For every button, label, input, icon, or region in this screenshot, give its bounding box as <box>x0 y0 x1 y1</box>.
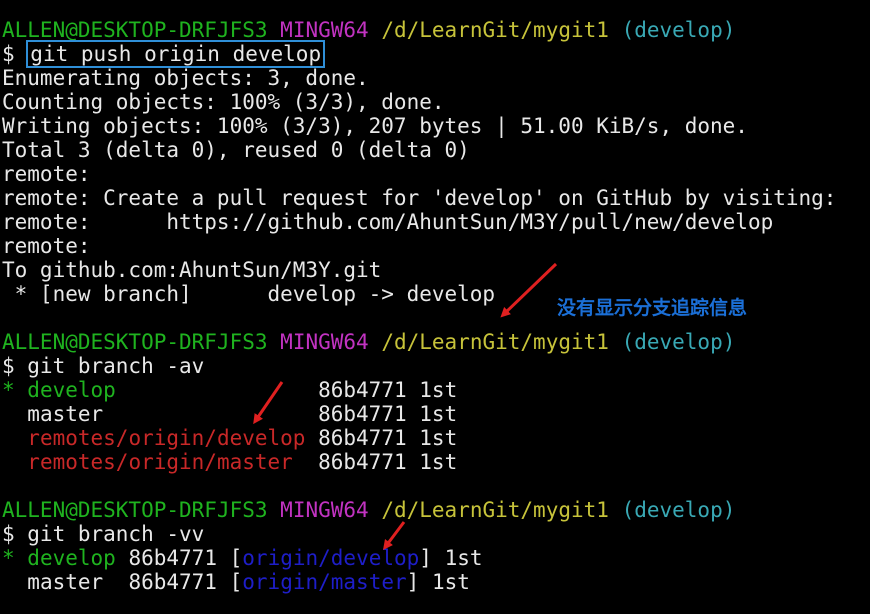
command-line: $ git branch -vv <box>2 522 205 546</box>
prompt-line: ALLEN@DESKTOP-DRFJFS3 MINGW64 /d/LearnGi… <box>2 330 735 354</box>
branch-row: remotes/origin/develop 86b4771 1st <box>2 426 457 450</box>
prompt-path: /d/LearnGit/mygit1 <box>381 330 609 354</box>
commit-message: 1st <box>431 546 483 570</box>
branch-marker <box>2 426 27 450</box>
prompt-path: /d/LearnGit/mygit1 <box>381 18 609 42</box>
commit-message: 1st <box>419 426 458 450</box>
output-line: remote: https://github.com/AhuntSun/M3Y/… <box>2 210 774 234</box>
remote-branch-name: remotes/origin/master <box>27 450 293 474</box>
output-line: Enumerating objects: 3, done. <box>2 66 369 90</box>
prompt-user: ALLEN@DESKTOP-DRFJFS3 <box>2 330 268 354</box>
branch-row: * develop 86b4771 1st <box>2 378 457 402</box>
branch-row: remotes/origin/master 86b4771 1st <box>2 450 457 474</box>
shell-prompt-symbol: $ <box>2 42 28 66</box>
arrow-icon <box>500 262 558 318</box>
branch-name: master <box>27 402 104 426</box>
branch-row: * develop 86b4771 [origin/develop] 1st <box>2 546 483 570</box>
bracket-open: [ <box>216 570 243 594</box>
terminal-window[interactable]: ALLEN@DESKTOP-DRFJFS3 MINGW64 /d/LearnGi… <box>0 0 870 614</box>
upstream-branch: origin/develop <box>242 546 420 570</box>
upstream-branch: origin/master <box>242 570 407 594</box>
current-branch-marker: * <box>2 546 28 570</box>
output-line: Counting objects: 100% (3/3), done. <box>2 90 445 114</box>
command-line: $ git push origin develop <box>2 40 326 68</box>
bracket-open: [ <box>216 546 243 570</box>
output-line: remote: <box>2 234 91 258</box>
prompt-system: MINGW64 <box>280 498 369 522</box>
output-line-new-branch: * [new branch] develop -> develop <box>2 282 496 306</box>
command-line: $ git branch -av <box>2 354 205 378</box>
branch-marker <box>2 570 27 594</box>
commit-message: 1st <box>419 570 470 594</box>
output-line: remote: Create a pull request for 'devel… <box>2 186 837 210</box>
prompt-line: ALLEN@DESKTOP-DRFJFS3 MINGW64 /d/LearnGi… <box>2 18 735 42</box>
prompt-system: MINGW64 <box>280 18 369 42</box>
prompt-branch: (develop) <box>621 498 736 522</box>
branch-name: develop <box>27 546 116 570</box>
commit-message: 1st <box>419 402 458 426</box>
bracket-close: ] <box>406 570 420 594</box>
prompt-branch: (develop) <box>621 18 736 42</box>
arrow-icon <box>383 521 406 550</box>
bracket-close: ] <box>419 546 432 570</box>
highlighted-command: git push origin develop <box>26 40 326 68</box>
annotation-label: 没有显示分支追踪信息 <box>557 297 748 319</box>
commit-hash: 86b4771 <box>128 546 217 570</box>
prompt-user: ALLEN@DESKTOP-DRFJFS3 <box>2 18 268 42</box>
commit-hash: 86b4771 <box>318 378 407 402</box>
commit-hash: 86b4771 <box>318 426 407 450</box>
prompt-line: ALLEN@DESKTOP-DRFJFS3 MINGW64 /d/LearnGi… <box>2 498 735 522</box>
commit-hash: 86b4771 <box>318 402 407 426</box>
prompt-branch: (develop) <box>621 330 736 354</box>
output-line: To github.com:AhuntSun/M3Y.git <box>2 258 382 282</box>
output-line: Total 3 (delta 0), reused 0 (delta 0) <box>2 138 470 162</box>
branch-name: master <box>27 570 104 594</box>
commit-message: 1st <box>419 378 458 402</box>
commit-hash: 86b4771 <box>128 570 217 594</box>
prompt-path: /d/LearnGit/mygit1 <box>381 498 609 522</box>
prompt-user: ALLEN@DESKTOP-DRFJFS3 <box>2 498 268 522</box>
branch-marker <box>2 450 27 474</box>
commit-hash: 86b4771 <box>318 450 407 474</box>
prompt-system: MINGW64 <box>280 330 369 354</box>
branch-marker <box>2 402 27 426</box>
remote-branch-name: remotes/origin/develop <box>27 426 306 450</box>
branch-name: develop <box>27 378 116 402</box>
output-line: remote: <box>2 162 91 186</box>
branch-row: master 86b4771 1st <box>2 402 457 426</box>
output-line: Writing objects: 100% (3/3), 207 bytes |… <box>2 114 748 138</box>
commit-message: 1st <box>419 450 458 474</box>
branch-row: master 86b4771 [origin/master] 1st <box>2 570 470 594</box>
current-branch-marker: * <box>2 378 28 402</box>
